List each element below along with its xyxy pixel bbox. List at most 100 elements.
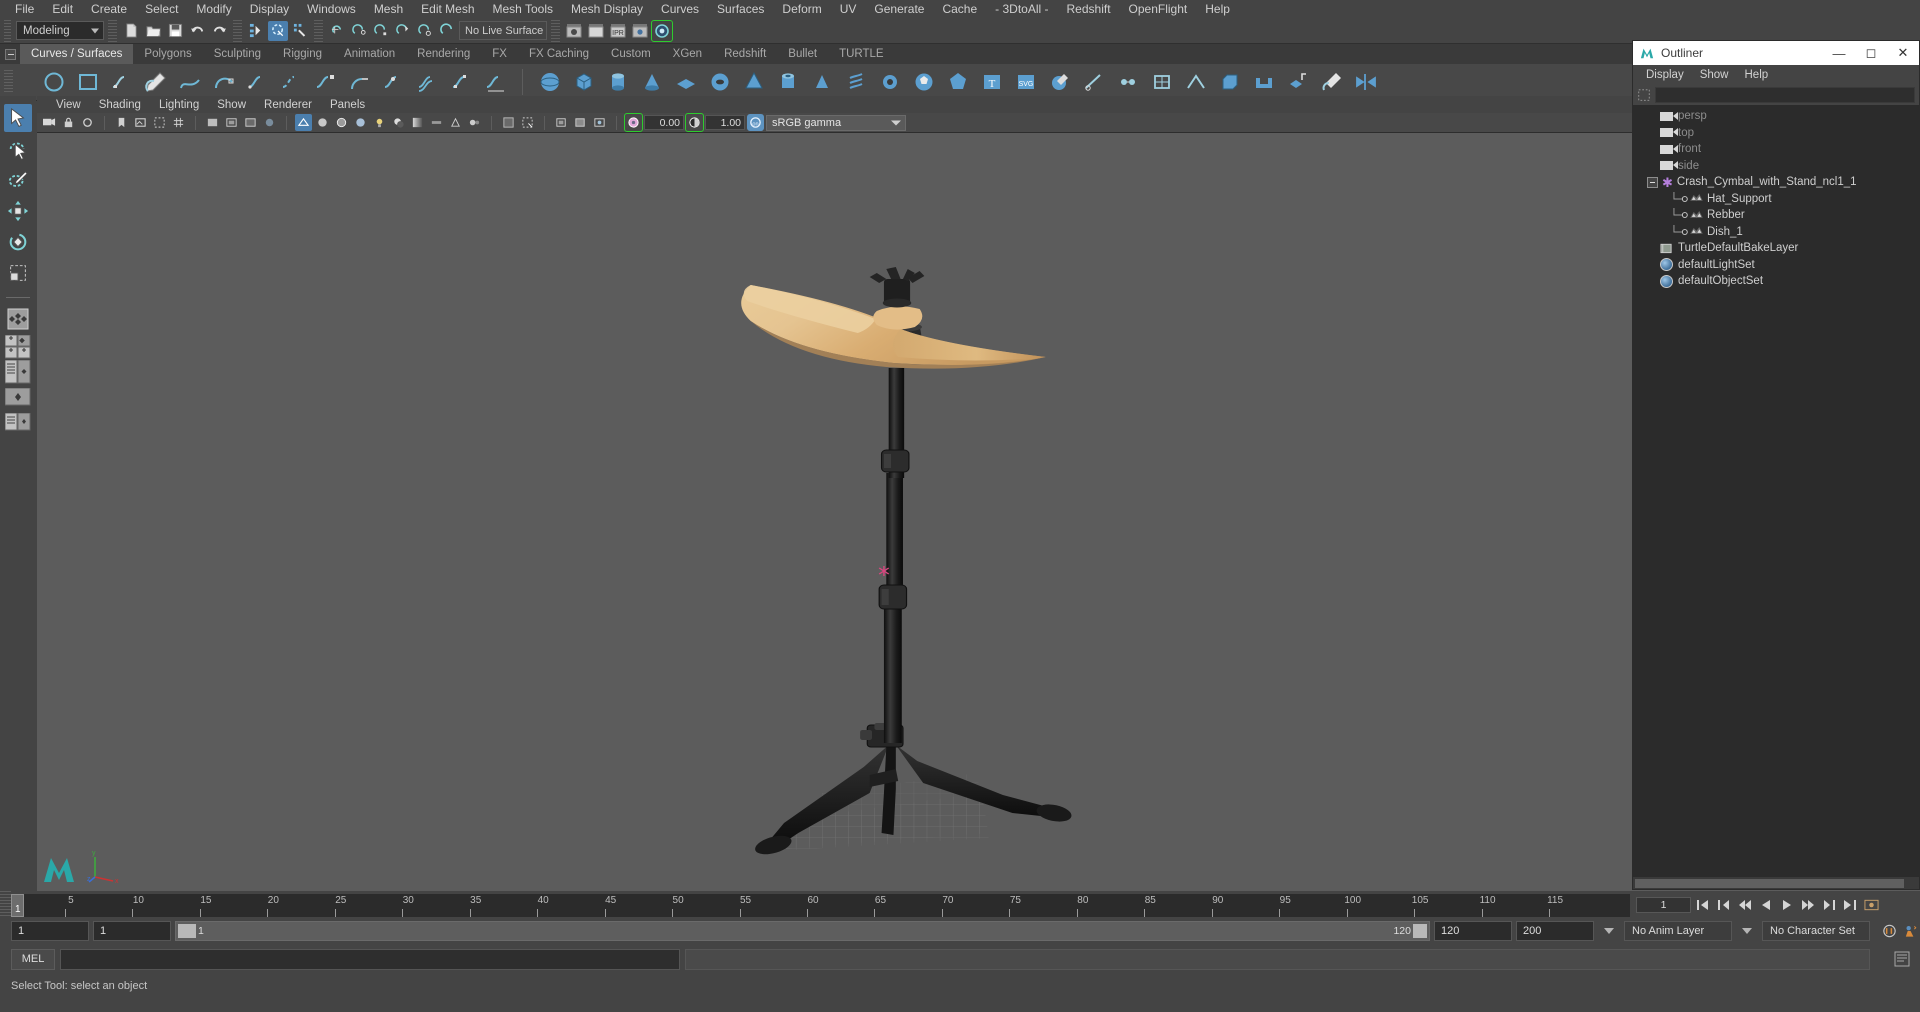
ep-curve-icon[interactable] <box>108 69 135 96</box>
menu-item-windows[interactable]: Windows <box>298 0 365 18</box>
2d-pan-zoom-icon[interactable] <box>151 114 168 131</box>
camera-attributes-icon[interactable] <box>79 114 96 131</box>
polygon-soccer-icon[interactable] <box>910 69 937 96</box>
step-back-frame-button[interactable] <box>1715 896 1733 913</box>
menu-item-curves[interactable]: Curves <box>652 0 708 18</box>
add-points-icon[interactable] <box>312 69 339 96</box>
shelf-tab-fx-caching[interactable]: FX Caching <box>517 44 601 64</box>
select-by-object-icon[interactable] <box>268 20 288 41</box>
color-profile-dropdown[interactable]: sRGB gamma <box>766 114 906 131</box>
outliner-menu-display[interactable]: Display <box>1638 69 1692 81</box>
outliner-item-defaultlightset[interactable]: defaultLightSet <box>1633 257 1919 274</box>
snap-projected-icon[interactable] <box>393 21 413 41</box>
go-to-end-button[interactable] <box>1841 896 1859 913</box>
shelf-tab-rendering[interactable]: Rendering <box>406 44 482 64</box>
status-line-grip[interactable] <box>4 19 11 42</box>
attach-curve-icon[interactable] <box>244 69 271 96</box>
grid-icon[interactable] <box>170 114 187 131</box>
shaded-wireframe-icon[interactable] <box>333 114 350 131</box>
panel-layout-icon[interactable] <box>572 114 589 131</box>
shelf-tab-redshift[interactable]: Redshift <box>713 44 778 64</box>
bridge-icon[interactable] <box>1250 69 1277 96</box>
polygon-cylinder-icon[interactable] <box>604 69 631 96</box>
viewport-menu-panels[interactable]: Panels <box>321 99 374 111</box>
viewport-menu-view[interactable]: View <box>47 99 90 111</box>
shelf-tab-curves-surfaces[interactable]: Curves / Surfaces <box>20 44 134 64</box>
bookmark-icon[interactable] <box>113 114 130 131</box>
insert-knot-icon[interactable] <box>380 69 407 96</box>
menu-item-3dtoall[interactable]: - 3DtoAll - <box>986 0 1057 18</box>
ipr-render-icon[interactable] <box>586 21 606 41</box>
shelf-grip[interactable] <box>4 70 13 94</box>
curve-fillet-icon[interactable] <box>346 69 373 96</box>
shelf-collapse-button[interactable] <box>0 44 20 64</box>
paint-tool-icon[interactable] <box>1318 69 1345 96</box>
move-tool-button[interactable] <box>4 197 32 225</box>
menu-item-uv[interactable]: UV <box>831 0 866 18</box>
arc-three-point-icon[interactable] <box>210 69 237 96</box>
exposure-field[interactable]: 0.00 <box>644 115 684 130</box>
menu-item-edit[interactable]: Edit <box>43 0 82 18</box>
last-tool-used-button[interactable] <box>4 305 32 333</box>
polygon-prism-icon[interactable] <box>808 69 835 96</box>
hypershade-layout-button[interactable] <box>5 386 31 408</box>
more-layouts-button[interactable] <box>5 411 31 433</box>
snap-point-icon[interactable] <box>371 21 391 41</box>
polygon-type-icon[interactable]: T <box>978 69 1005 96</box>
menu-item-mesh-display[interactable]: Mesh Display <box>562 0 652 18</box>
time-slider-grip[interactable] <box>0 891 11 918</box>
step-forward-frame-button[interactable] <box>1820 896 1838 913</box>
polygon-gear-icon[interactable] <box>876 69 903 96</box>
outliner-item-persp[interactable]: persp <box>1633 108 1919 125</box>
scrollbar-thumb[interactable] <box>1635 879 1904 888</box>
polygon-torus-icon[interactable] <box>706 69 733 96</box>
outliner-item-crash-cymbal-with-stand-ncl1-1[interactable]: ✱ Crash_Cymbal_with_Stand_ncl1_1 <box>1633 174 1919 191</box>
menu-item-mesh-tools[interactable]: Mesh Tools <box>484 0 562 18</box>
polygon-platonic-icon[interactable] <box>944 69 971 96</box>
lock-camera-icon[interactable] <box>60 114 77 131</box>
outliner-item-hat-support[interactable]: Hat_Support <box>1633 191 1919 208</box>
menu-item-modify[interactable]: Modify <box>187 0 240 18</box>
render-current-frame-icon[interactable] <box>564 21 584 41</box>
new-scene-icon[interactable] <box>121 21 141 41</box>
viewport-menu-show[interactable]: Show <box>208 99 255 111</box>
target-weld-icon[interactable] <box>1114 69 1141 96</box>
select-by-hierarchy-icon[interactable] <box>246 21 266 41</box>
detach-curve-icon[interactable] <box>278 69 305 96</box>
outliner-item-side[interactable]: side <box>1633 158 1919 175</box>
animation-preferences-icon[interactable] <box>1862 896 1880 913</box>
bezier-curve-icon[interactable] <box>176 69 203 96</box>
shelf-tab-bullet[interactable]: Bullet <box>777 44 829 64</box>
film-gate-icon[interactable] <box>204 114 221 131</box>
menu-item-deform[interactable]: Deform <box>773 0 830 18</box>
bevel-icon[interactable] <box>1216 69 1243 96</box>
close-button[interactable]: ✕ <box>1887 41 1919 65</box>
shelf-tab-sculpting[interactable]: Sculpting <box>202 44 273 64</box>
isolate-select-icon[interactable] <box>500 114 517 131</box>
menu-item-display[interactable]: Display <box>241 0 298 18</box>
multi-cut-icon[interactable] <box>1080 69 1107 96</box>
viewport-menu-shading[interactable]: Shading <box>90 99 150 111</box>
outliner-horizontal-scrollbar[interactable] <box>1633 876 1919 889</box>
shelf-tab-fx[interactable]: FX <box>481 44 518 64</box>
mirror-icon[interactable] <box>1352 69 1379 96</box>
shelf-tab-custom[interactable]: Custom <box>600 44 662 64</box>
viewport-menu-lighting[interactable]: Lighting <box>150 99 208 111</box>
animation-start-field[interactable]: 1 <box>11 921 89 941</box>
anim-layer-dropdown-arrow[interactable] <box>1604 928 1614 934</box>
shelf-tab-turtle[interactable]: TURTLE <box>828 44 895 64</box>
gate-mask-icon[interactable] <box>242 114 259 131</box>
outliner-menu-help[interactable]: Help <box>1737 69 1777 81</box>
polygon-cone-icon[interactable] <box>638 69 665 96</box>
menu-item-generate[interactable]: Generate <box>865 0 933 18</box>
animation-end-field[interactable]: 200 <box>1516 921 1594 941</box>
filter-icon[interactable] <box>1637 88 1651 102</box>
color-management-toggle-icon[interactable]: on <box>747 114 764 131</box>
minimize-button[interactable]: — <box>1823 41 1855 65</box>
image-plane-icon[interactable] <box>132 114 149 131</box>
range-right-handle[interactable] <box>1413 924 1427 938</box>
script-editor-icon[interactable] <box>1892 949 1912 969</box>
menuset-dropdown[interactable]: Modeling <box>16 21 104 40</box>
shelf-tab-animation[interactable]: Animation <box>333 44 407 64</box>
view-image-icon[interactable] <box>591 114 608 131</box>
